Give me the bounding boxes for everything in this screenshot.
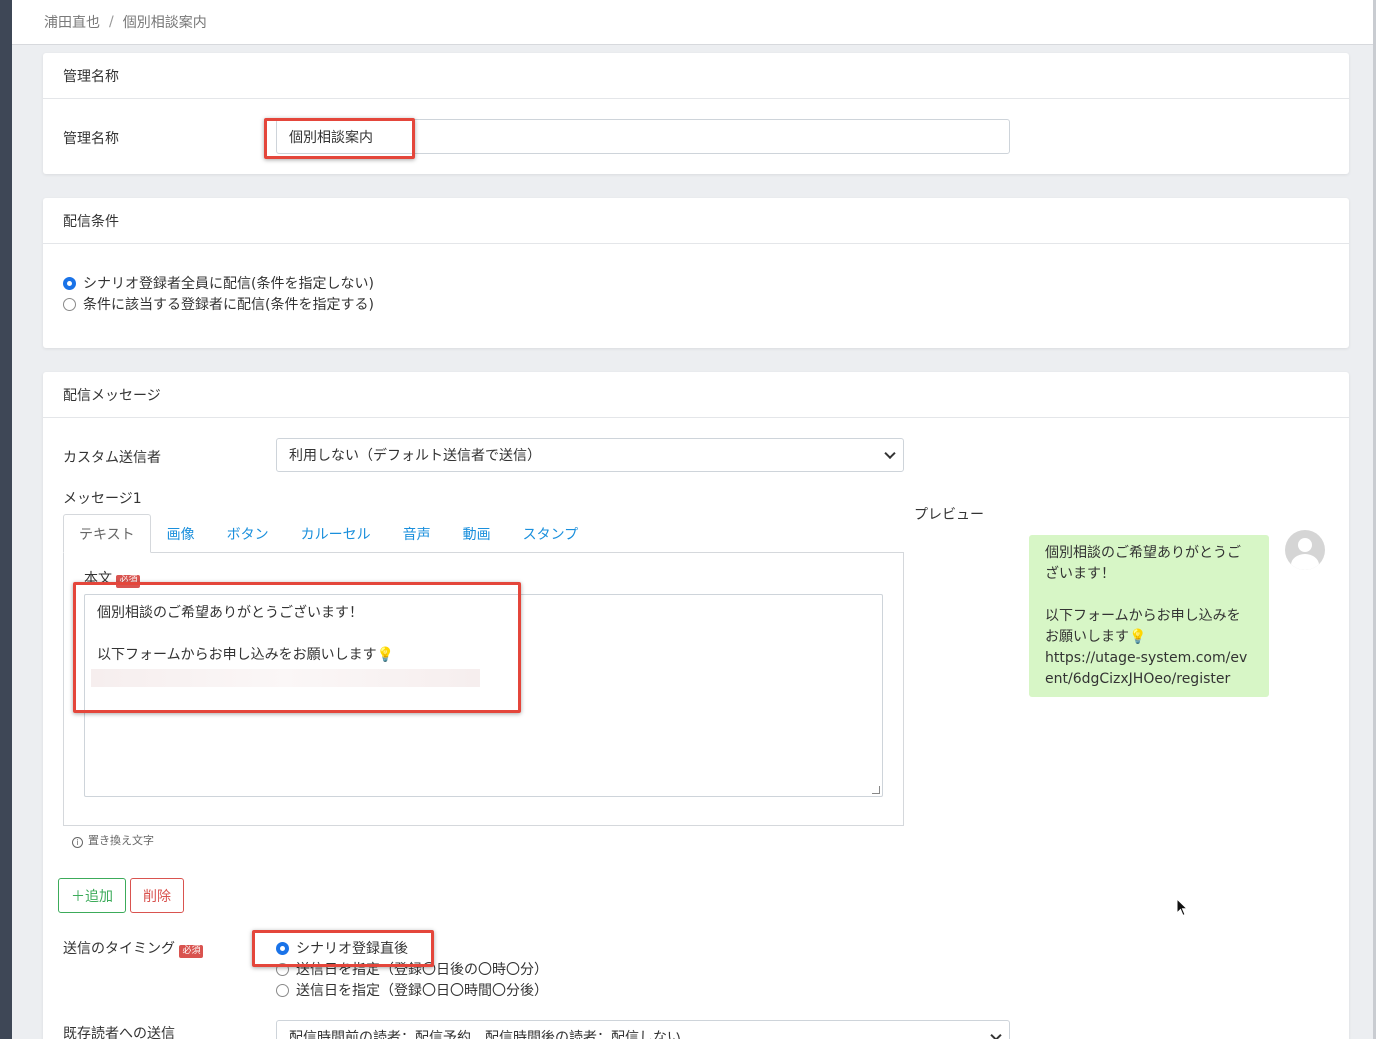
management-card: 管理名称 <box>43 53 1349 174</box>
tab-video[interactable]: 動画 <box>447 514 507 553</box>
body-label-text: 本文 <box>84 571 112 587</box>
delete-message-button[interactable]: 削除 <box>130 878 184 913</box>
resize-handle-icon[interactable] <box>872 786 880 794</box>
breadcrumb-item-current: 個別相談案内 <box>122 15 207 31</box>
add-message-button[interactable]: ＋追加 <box>58 878 126 913</box>
body-line-2 <box>97 624 870 645</box>
management-name-value: 個別相談案内 <box>289 129 373 146</box>
preview-label: プレビュー <box>914 507 984 523</box>
management-name-label: 管理名称 <box>63 131 119 147</box>
avatar-shoulders <box>1291 554 1319 570</box>
condition-option-all-label: シナリオ登録者全員に配信(条件を指定しない) <box>83 276 374 292</box>
radio-unchecked-icon[interactable] <box>276 983 289 997</box>
tab-image[interactable]: 画像 <box>151 514 211 553</box>
required-badge: 必須 <box>116 575 141 588</box>
radio-unchecked-icon[interactable] <box>63 297 76 311</box>
radio-checked-icon[interactable] <box>63 276 76 290</box>
radio-checked-icon[interactable] <box>276 941 289 955</box>
condition-option-filtered[interactable]: 条件に該当する登録者に配信(条件を指定する) <box>63 294 374 314</box>
delivery-message-header: 配信メッセージ <box>43 372 1349 418</box>
redacted-url-line <box>91 669 480 687</box>
tab-carousel[interactable]: カルーセル <box>285 514 387 553</box>
existing-readers-select[interactable]: 配信時間前の読者：配信予約、配信時間後の読者：配信しない <box>276 1020 1010 1039</box>
timing-label: 送信のタイミング 必須 <box>63 938 204 958</box>
breadcrumb-separator: / <box>109 14 114 30</box>
avatar <box>1285 530 1325 570</box>
custom-sender-select[interactable]: 利用しない（デフォルト送信者で送信） <box>276 438 904 472</box>
management-name-input[interactable]: 個別相談案内 <box>276 119 1010 154</box>
body-line-1: 個別相談のご希望ありがとうございます！ <box>97 605 363 621</box>
body-line-3: 以下フォームからお申し込みをお願いします💡 <box>97 647 395 663</box>
avatar-head <box>1298 538 1312 552</box>
custom-sender-label: カスタム送信者 <box>63 450 161 466</box>
existing-readers-label: 既存読者への送信 <box>63 1026 175 1039</box>
timing-label-text: 送信のタイミング <box>63 941 175 957</box>
chevron-down-icon <box>884 447 896 460</box>
management-card-header: 管理名称 <box>43 53 1349 99</box>
condition-option-filtered-label: 条件に該当する登録者に配信(条件を指定する) <box>83 297 374 313</box>
timing-option-days-time-label: 送信日を指定（登録〇日後の〇時〇分） <box>296 962 548 978</box>
required-badge: 必須 <box>179 945 204 958</box>
tab-stamp[interactable]: スタンプ <box>507 514 595 553</box>
replace-text-link[interactable]: i 置き換え文字 <box>72 832 154 848</box>
body-label: 本文 必須 <box>84 568 141 588</box>
condition-option-all[interactable]: シナリオ登録者全員に配信(条件を指定しない) <box>63 273 374 293</box>
message-body-textarea[interactable]: 個別相談のご希望ありがとうございます！ 以下フォームからお申し込みをお願いします… <box>84 594 883 797</box>
mouse-cursor-icon <box>1176 898 1188 917</box>
replace-text-label: 置き換え文字 <box>88 834 154 847</box>
preview-message-text: 個別相談のご希望ありがとうございます！ 以下フォームからお申し込みをお願いします… <box>1045 545 1248 687</box>
existing-readers-value: 配信時間前の読者：配信予約、配信時間後の読者：配信しない <box>289 1030 681 1039</box>
timing-option-days-time[interactable]: 送信日を指定（登録〇日後の〇時〇分） <box>276 959 548 979</box>
tab-button[interactable]: ボタン <box>211 514 285 553</box>
radio-unchecked-icon[interactable] <box>276 962 289 976</box>
timing-option-immediate-label: シナリオ登録直後 <box>296 941 408 957</box>
delivery-condition-header: 配信条件 <box>43 198 1349 244</box>
timing-option-elapsed[interactable]: 送信日を指定（登録〇日〇時間〇分後） <box>276 980 548 1000</box>
chevron-down-icon <box>990 1029 1002 1039</box>
tab-text[interactable]: テキスト <box>63 514 151 553</box>
timing-option-immediate[interactable]: シナリオ登録直後 <box>276 938 408 958</box>
breadcrumb: 浦田直也 / 個別相談案内 <box>12 0 1373 45</box>
timing-option-elapsed-label: 送信日を指定（登録〇日〇時間〇分後） <box>296 983 548 999</box>
custom-sender-value: 利用しない（デフォルト送信者で送信） <box>289 448 541 464</box>
tab-audio[interactable]: 音声 <box>387 514 447 553</box>
message-type-tabs: テキスト 画像 ボタン カルーセル 音声 動画 スタンプ <box>63 514 594 553</box>
sidebar-edge <box>0 0 12 1039</box>
info-icon: i <box>72 837 83 848</box>
preview-message-bubble: 個別相談のご希望ありがとうございます！ 以下フォームからお申し込みをお願いします… <box>1029 535 1269 697</box>
message-number-label: メッセージ1 <box>63 491 142 507</box>
breadcrumb-item-user[interactable]: 浦田直也 <box>44 12 100 32</box>
